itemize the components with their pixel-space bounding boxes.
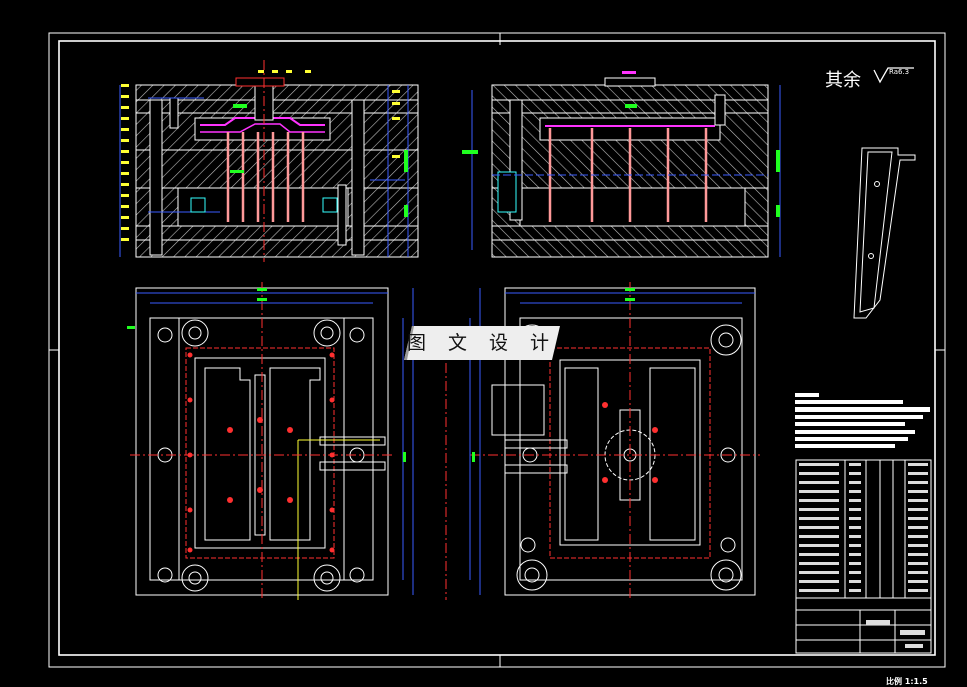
technical-notes: [795, 393, 930, 448]
title-block: [795, 459, 932, 654]
watermark-banner: 图 文 设 计: [404, 326, 560, 360]
scale-note: 比例 1:1.5: [886, 677, 928, 686]
plan-view-left: [127, 282, 414, 600]
roughness-label: 其余: [825, 70, 861, 91]
section-view-right: [462, 71, 781, 258]
section-view-left: [119, 60, 419, 262]
title-block-rows: [799, 463, 928, 648]
roughness-value: Ra6.3: [889, 68, 910, 76]
part-sketch: [853, 147, 916, 319]
watermark-text: 图 文 设 计: [406, 332, 558, 354]
